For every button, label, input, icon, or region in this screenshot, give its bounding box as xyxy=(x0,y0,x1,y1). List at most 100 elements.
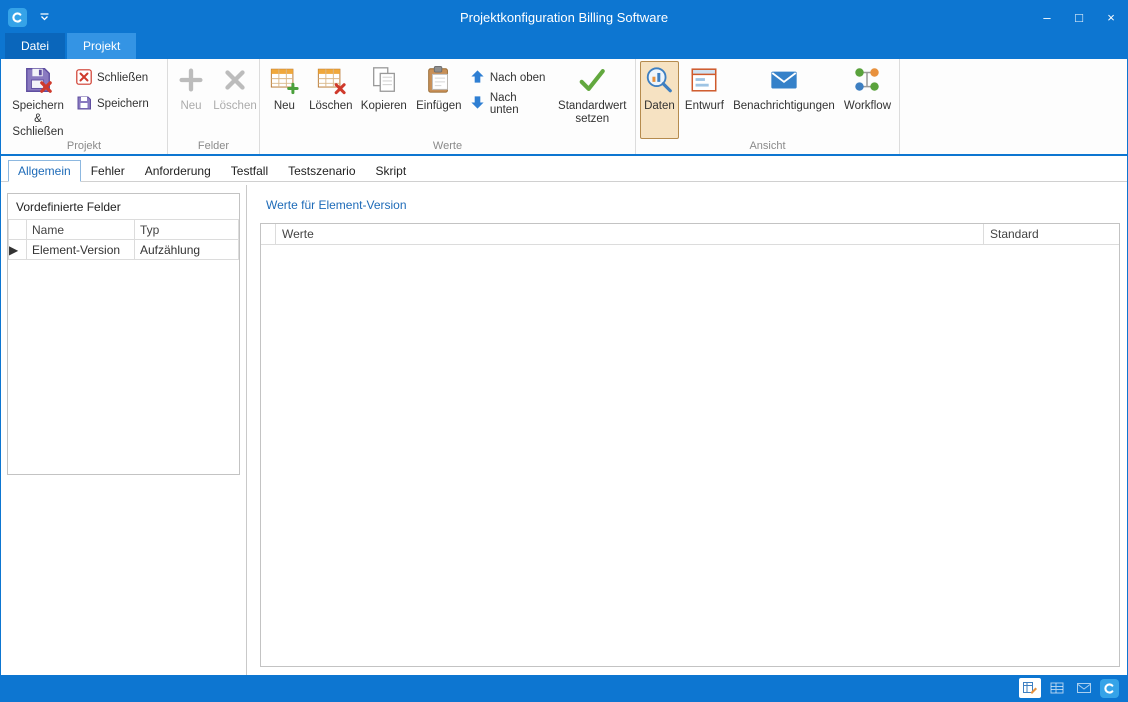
paste-button[interactable]: Einfügen xyxy=(413,61,465,139)
group-caption-projekt: Projekt xyxy=(1,140,167,152)
value-new-button[interactable]: Neu xyxy=(264,61,305,139)
save-and-close-label: Speichern & Schließen xyxy=(9,100,67,139)
group-caption-werte: Werte xyxy=(260,140,635,152)
ribbon-tab-datei[interactable]: Datei xyxy=(5,33,65,59)
tab-testszenario[interactable]: Testszenario xyxy=(278,160,365,182)
envelope-icon xyxy=(769,65,799,98)
table-row[interactable]: ▶ Element-Version Aufzählung xyxy=(9,240,239,260)
header-indicator-cell xyxy=(9,220,27,240)
value-delete-label: Löschen xyxy=(309,100,352,113)
group-caption-felder: Felder xyxy=(168,140,259,152)
set-default-button[interactable]: Standardwert setzen xyxy=(554,61,631,139)
titlebar: Projektkonfiguration Billing Software – … xyxy=(1,1,1127,33)
move-down-label: Nach unten xyxy=(490,92,546,116)
table-header-row: Name Typ xyxy=(9,220,239,240)
ribbon-group-werte: Neu Löschen xyxy=(260,59,636,154)
status-data-view-icon[interactable] xyxy=(1019,678,1041,698)
close-project-label: Schließen xyxy=(97,72,148,84)
table-add-icon xyxy=(269,65,299,98)
set-default-label: Standardwert setzen xyxy=(558,100,627,126)
view-workflow-button[interactable]: Workflow xyxy=(840,61,895,139)
minimize-button[interactable]: – xyxy=(1031,1,1063,33)
predefined-fields-table: Name Typ ▶ Element-Version Aufzählung xyxy=(8,219,239,260)
close-project-icon xyxy=(76,69,92,88)
content-area: Vordefinierte Felder Name Typ ▶ Element-… xyxy=(1,185,1127,675)
tab-allgemein[interactable]: Allgemein xyxy=(8,160,81,182)
save-label: Speichern xyxy=(97,98,149,110)
predefined-fields-panel: Vordefinierte Felder Name Typ ▶ Element-… xyxy=(7,193,240,475)
view-notifications-label: Benachrichtigungen xyxy=(733,100,835,113)
view-data-label: Daten xyxy=(644,100,675,113)
close-project-button[interactable]: Schließen xyxy=(72,68,156,88)
save-and-close-button[interactable]: Speichern & Schließen xyxy=(5,61,71,139)
table-delete-icon xyxy=(316,65,346,98)
tab-skript[interactable]: Skript xyxy=(366,160,417,182)
window-title: Projektkonfiguration Billing Software xyxy=(1,10,1127,25)
check-icon xyxy=(577,65,607,98)
workflow-icon xyxy=(852,65,882,98)
column-header-werte[interactable]: Werte xyxy=(276,224,984,244)
design-icon xyxy=(689,65,719,98)
value-new-label: Neu xyxy=(274,100,295,113)
move-up-button[interactable]: Nach oben xyxy=(466,68,553,88)
view-data-button[interactable]: Daten xyxy=(640,61,679,139)
column-header-name[interactable]: Name xyxy=(27,220,135,240)
arrow-down-icon xyxy=(470,95,485,113)
values-panel: Werte für Element-Version Werte Standard xyxy=(260,185,1120,667)
row-indicator-icon: ▶ xyxy=(9,240,27,260)
values-table-body[interactable] xyxy=(261,245,1119,687)
field-new-button: Neu xyxy=(172,61,210,139)
status-grid-icon[interactable] xyxy=(1046,678,1068,698)
cell-field-type[interactable]: Aufzählung xyxy=(135,240,239,260)
document-tab-strip: Allgemein Fehler Anforderung Testfall Te… xyxy=(1,156,1127,182)
close-button[interactable]: × xyxy=(1095,1,1127,33)
move-down-button[interactable]: Nach unten xyxy=(466,94,553,114)
app-window: Projektkonfiguration Billing Software – … xyxy=(0,0,1128,702)
move-up-label: Nach oben xyxy=(490,72,546,84)
save-close-icon xyxy=(23,65,53,98)
ribbon-spacer xyxy=(900,59,1127,154)
copy-icon xyxy=(369,65,399,98)
status-bar xyxy=(1,675,1127,701)
x-icon xyxy=(220,65,250,98)
status-app-logo-icon[interactable] xyxy=(1100,679,1119,698)
view-notifications-button[interactable]: Benachrichtigungen xyxy=(730,61,838,139)
values-table-header: Werte Standard xyxy=(261,224,1119,245)
copy-label: Kopieren xyxy=(361,100,407,113)
group-caption-ansicht: Ansicht xyxy=(636,140,899,152)
field-new-label: Neu xyxy=(180,100,201,113)
ribbon-group-ansicht: Daten Entwurf xyxy=(636,59,900,154)
quick-access-chevron-icon[interactable] xyxy=(39,13,50,22)
values-table: Werte Standard xyxy=(260,223,1120,667)
view-design-label: Entwurf xyxy=(685,100,724,113)
maximize-button[interactable]: □ xyxy=(1063,1,1095,33)
window-controls: – □ × xyxy=(1031,1,1127,33)
ribbon-tab-projekt[interactable]: Projekt xyxy=(67,33,136,59)
tab-anforderung[interactable]: Anforderung xyxy=(135,160,221,182)
arrow-up-icon xyxy=(470,69,485,87)
save-icon xyxy=(76,95,92,114)
value-delete-button[interactable]: Löschen xyxy=(307,61,355,139)
plus-icon xyxy=(176,65,206,98)
values-panel-title: Werte für Element-Version xyxy=(260,185,1120,218)
field-delete-button: Löschen xyxy=(212,61,258,139)
tab-fehler[interactable]: Fehler xyxy=(81,160,135,182)
ribbon: Speichern & Schließen Schließen xyxy=(1,59,1127,156)
app-logo-icon xyxy=(8,8,27,27)
ribbon-tab-row: Datei Projekt xyxy=(1,33,1127,59)
status-mail-icon[interactable] xyxy=(1073,678,1095,698)
save-button[interactable]: Speichern xyxy=(72,94,156,114)
paste-label: Einfügen xyxy=(416,100,461,113)
column-header-typ[interactable]: Typ xyxy=(135,220,239,240)
panel-splitter[interactable] xyxy=(246,185,247,675)
view-workflow-label: Workflow xyxy=(844,100,891,113)
view-design-button[interactable]: Entwurf xyxy=(681,61,728,139)
ribbon-group-felder: Neu Löschen Felder xyxy=(168,59,260,154)
field-delete-label: Löschen xyxy=(213,100,256,113)
header-indicator-cell xyxy=(261,224,276,244)
column-header-standard[interactable]: Standard xyxy=(984,224,1119,244)
paste-icon xyxy=(424,65,454,98)
tab-testfall[interactable]: Testfall xyxy=(221,160,278,182)
copy-button[interactable]: Kopieren xyxy=(357,61,411,139)
cell-field-name[interactable]: Element-Version xyxy=(27,240,135,260)
